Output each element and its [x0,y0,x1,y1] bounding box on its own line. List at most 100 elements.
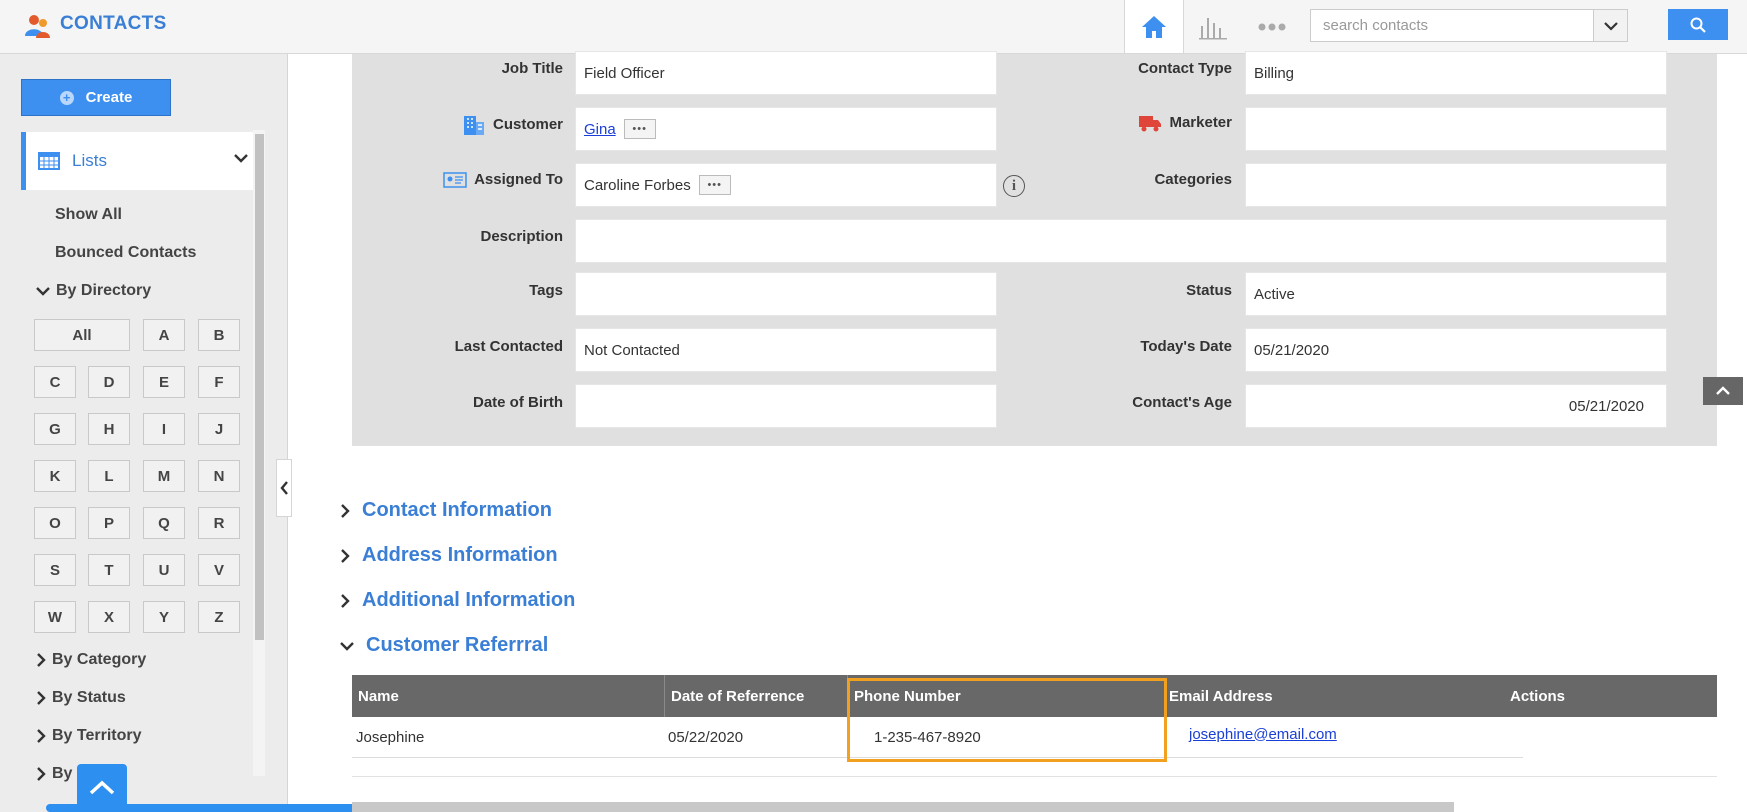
letter-s[interactable]: S [34,554,76,586]
job-title-field[interactable]: Field Officer [575,51,997,95]
chevron-down-icon [1603,21,1618,31]
customer-label: Customer [492,115,563,133]
description-field[interactable] [575,219,1667,263]
contact-type-field[interactable]: Billing [1245,51,1667,95]
section-additional-information[interactable]: Additional Information [340,589,575,612]
by-territory-toggle[interactable]: By Territory [36,727,142,745]
by-more-label: By [52,765,73,782]
by-category-label: By Category [52,651,147,668]
collapse-sidebar-button[interactable] [276,459,292,517]
marketer-label-group: Marketer [1062,114,1232,132]
letter-u[interactable]: U [143,554,185,586]
letter-z[interactable]: Z [198,601,240,633]
search-input[interactable] [1311,10,1593,41]
by-more-toggle[interactable]: By [36,765,72,783]
marketer-label: Marketer [1169,114,1232,131]
customer-link[interactable]: Gina [584,121,616,138]
letter-j[interactable]: J [198,413,240,445]
letter-g[interactable]: G [34,413,76,445]
letter-b[interactable]: B [198,319,240,351]
contacts-age-field[interactable]: 05/21/2020 [1245,384,1667,428]
categories-field[interactable] [1245,163,1667,207]
letter-r[interactable]: R [198,507,240,539]
letter-d[interactable]: D [88,366,130,398]
contact-type-label: Contact Type [1138,60,1232,77]
by-directory-toggle[interactable]: By Directory [36,282,151,300]
todays-date-field[interactable]: 05/21/2020 [1245,328,1667,372]
date-of-birth-field[interactable] [575,384,997,428]
letter-q[interactable]: Q [143,507,185,539]
reports-button[interactable] [1183,0,1242,53]
assigned-to-field: Caroline Forbes ••• [575,163,997,207]
building-icon [463,116,484,135]
letter-f[interactable]: F [198,366,240,398]
letter-k[interactable]: K [34,460,76,492]
letter-w[interactable]: W [34,601,76,633]
home-button[interactable] [1124,0,1183,53]
by-category-toggle[interactable]: By Category [36,651,146,669]
col-header-name[interactable]: Name [352,675,664,717]
description-label: Description [480,228,563,245]
sidebar-scrollbar[interactable] [253,130,265,776]
search-filter-dropdown[interactable] [1593,10,1627,41]
marketer-field[interactable] [1245,107,1667,151]
truck-icon [1139,116,1162,132]
letter-a[interactable]: A [143,319,185,351]
letter-l[interactable]: L [88,460,130,492]
last-contacted-field[interactable]: Not Contacted [575,328,997,372]
letter-i[interactable]: I [143,413,185,445]
create-button[interactable]: + Create [21,79,171,116]
tags-field[interactable] [575,272,997,316]
chevron-right-icon [37,691,46,705]
letter-n[interactable]: N [198,460,240,492]
assigned-to-value[interactable]: Caroline Forbes [584,177,691,194]
section-address-information[interactable]: Address Information [340,544,558,567]
create-label: Create [85,89,133,106]
section-contact-information[interactable]: Contact Information [340,499,552,522]
lists-header[interactable]: Lists [21,132,253,190]
show-all-link[interactable]: Show All [55,206,122,224]
letter-x[interactable]: X [88,601,130,633]
search-box [1310,9,1628,42]
assigned-to-label-group: Assigned To [353,171,563,188]
letter-h[interactable]: H [88,413,130,445]
col-header-email[interactable]: Email Address [1163,675,1504,717]
section-title: Additional Information [362,589,576,611]
chevron-right-icon [37,729,46,743]
by-status-toggle[interactable]: By Status [36,689,126,707]
chevron-right-icon [37,653,46,667]
bounced-contacts-link[interactable]: Bounced Contacts [55,244,196,262]
table-row[interactable]: Josephine 05/22/2020 1-235-467-8920 jose… [352,717,1523,758]
letter-m[interactable]: M [143,460,185,492]
chevron-left-icon [279,481,288,495]
section-customer-referral[interactable]: Customer Referrral [340,634,548,657]
info-icon[interactable]: i [1003,175,1025,197]
back-to-top-button[interactable] [1703,377,1743,405]
customer-lookup-button[interactable]: ••• [623,119,656,139]
assigned-to-lookup-button[interactable]: ••• [698,175,731,195]
date-of-birth-label: Date of Birth [473,394,563,411]
search-button[interactable] [1668,9,1728,40]
letter-all[interactable]: All [34,319,130,351]
col-header-phone[interactable]: Phone Number [847,675,1163,717]
letter-t[interactable]: T [88,554,130,586]
email-link[interactable]: josephine@email.com [1189,726,1337,743]
letter-c[interactable]: C [34,366,76,398]
more-options-button[interactable] [1242,0,1301,53]
letter-o[interactable]: O [34,507,76,539]
letter-p[interactable]: P [88,507,130,539]
chevron-right-icon [37,767,46,781]
bar-chart-icon [1199,17,1227,39]
letter-v[interactable]: V [198,554,240,586]
horizontal-scrollbar[interactable] [352,802,1454,812]
letter-e[interactable]: E [143,366,185,398]
status-field[interactable]: Active [1245,272,1667,316]
table-header: Name Date of Referrence Phone Number Ema… [352,675,1717,717]
col-header-date[interactable]: Date of Referrence [664,675,847,717]
section-title: Customer Referrral [366,634,549,656]
by-directory-label: By Directory [56,282,152,299]
letter-y[interactable]: Y [143,601,185,633]
calendar-grid-icon [38,152,60,170]
sidebar-scrollbar-thumb[interactable] [255,134,264,640]
top-bar: CONTACTS [0,0,1747,54]
